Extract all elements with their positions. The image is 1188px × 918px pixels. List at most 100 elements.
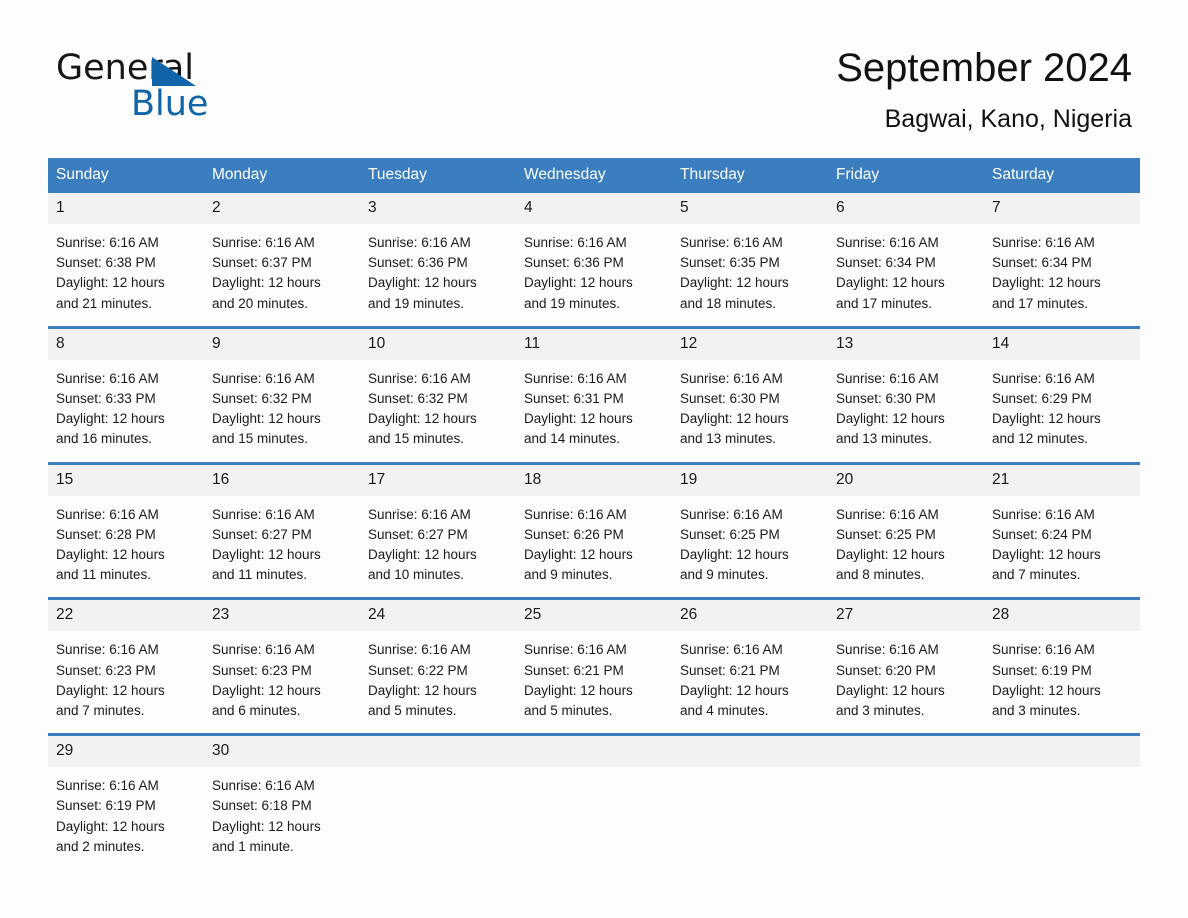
day-details: Sunrise: 6:16 AM Sunset: 6:32 PM Daylight:… [204, 360, 360, 462]
day-number: 17 [360, 464, 516, 496]
calendar-week-row: 22 Sunrise: 6:16 AM Sunset: 6:23 PM Dayligh… [48, 597, 1140, 735]
sunrise-text: Sunrise: 6:16 AM [992, 642, 1095, 658]
daylight-text-line1: Daylight: 12 hours [368, 682, 477, 698]
day-number: 24 [360, 600, 516, 632]
sunset-text: Sunset: 6:22 PM [368, 662, 468, 678]
weekday-header-thursday: Thursday [672, 158, 828, 193]
day-number: 1 [48, 193, 204, 224]
weekday-header-sunday: Sunday [48, 158, 204, 193]
daylight-text-line2: and 5 minutes. [368, 703, 457, 719]
sunset-text: Sunset: 6:26 PM [524, 526, 624, 542]
calendar-week-row: 1 Sunrise: 6:16 AM Sunset: 6:38 PM Daylight… [48, 193, 1140, 327]
day-number [828, 736, 984, 768]
page-subtitle: Bagwai, Kano, Nigeria [884, 105, 1132, 133]
calendar-day-cell[interactable]: 18 Sunrise: 6:16 AM Sunset: 6:26 PM Dayligh… [516, 461, 672, 599]
day-details [672, 767, 828, 859]
daylight-text-line2: and 20 minutes. [212, 295, 309, 311]
daylight-text-line2: and 7 minutes. [992, 567, 1081, 583]
calendar-day-cell[interactable]: 30 Sunrise: 6:16 AM Sunset: 6:18 PM Dayligh… [204, 733, 360, 870]
calendar-day-cell[interactable]: 22 Sunrise: 6:16 AM Sunset: 6:23 PM Dayligh… [48, 597, 204, 735]
calendar-day-cell[interactable]: 29 Sunrise: 6:16 AM Sunset: 6:19 PM Dayligh… [48, 733, 204, 870]
daylight-text-line2: and 13 minutes. [680, 431, 777, 447]
calendar-day-cell[interactable]: 23 Sunrise: 6:16 AM Sunset: 6:23 PM Dayligh… [204, 597, 360, 735]
sunset-text: Sunset: 6:34 PM [836, 255, 936, 271]
day-details: Sunrise: 6:16 AM Sunset: 6:35 PM Daylight:… [672, 224, 828, 326]
sunrise-text: Sunrise: 6:16 AM [212, 235, 315, 250]
day-details: Sunrise: 6:16 AM Sunset: 6:29 PM Daylight:… [984, 360, 1140, 462]
calendar-day-cell[interactable]: 24 Sunrise: 6:16 AM Sunset: 6:22 PM Dayligh… [360, 597, 516, 735]
sunrise-text: Sunrise: 6:16 AM [680, 642, 783, 658]
daylight-text-line1: Daylight: 12 hours [368, 275, 477, 291]
calendar-day-cell[interactable]: 8 Sunrise: 6:16 AM Sunset: 6:33 PM Daylight… [48, 325, 204, 464]
title-block: September 2024 Bagwai, Kano, Nigeria [836, 44, 1132, 134]
sunset-text: Sunset: 6:38 PM [56, 255, 156, 271]
daylight-text-line2: and 5 minutes. [524, 703, 613, 719]
calendar-day-cell[interactable]: 12 Sunrise: 6:16 AM Sunset: 6:30 PM Dayligh… [672, 325, 828, 464]
day-details: Sunrise: 6:16 AM Sunset: 6:38 PM Daylight:… [48, 224, 204, 326]
daylight-text-line1: Daylight: 12 hours [56, 682, 165, 698]
calendar-day-cell[interactable]: 9 Sunrise: 6:16 AM Sunset: 6:32 PM Daylight… [204, 325, 360, 464]
day-number: 22 [48, 600, 204, 632]
sunset-text: Sunset: 6:32 PM [368, 391, 468, 407]
day-number: 29 [48, 736, 204, 768]
daylight-text-line1: Daylight: 12 hours [992, 411, 1101, 427]
day-number: 19 [672, 464, 828, 496]
sunrise-text: Sunrise: 6:16 AM [212, 506, 315, 522]
sunrise-text: Sunrise: 6:16 AM [680, 370, 783, 386]
calendar-day-cell[interactable]: 28 Sunrise: 6:16 AM Sunset: 6:19 PM Dayligh… [984, 597, 1140, 735]
calendar-week-row: 15 Sunrise: 6:16 AM Sunset: 6:28 PM Dayligh… [48, 461, 1140, 599]
calendar-day-cell[interactable]: 16 Sunrise: 6:16 AM Sunset: 6:27 PM Dayligh… [204, 461, 360, 599]
daylight-text-line1: Daylight: 12 hours [680, 275, 789, 291]
sunset-text: Sunset: 6:31 PM [524, 391, 624, 407]
daylight-text-line2: and 11 minutes. [212, 567, 308, 583]
day-number: 2 [204, 193, 360, 224]
calendar-day-cell[interactable]: 27 Sunrise: 6:16 AM Sunset: 6:20 PM Dayligh… [828, 597, 984, 735]
day-details: Sunrise: 6:16 AM Sunset: 6:21 PM Daylight:… [672, 631, 828, 733]
sunset-text: Sunset: 6:28 PM [56, 526, 156, 542]
calendar-day-cell[interactable]: 17 Sunrise: 6:16 AM Sunset: 6:27 PM Dayligh… [360, 461, 516, 599]
day-details: Sunrise: 6:16 AM Sunset: 6:27 PM Daylight:… [204, 496, 360, 598]
sunrise-text: Sunrise: 6:16 AM [836, 235, 939, 250]
calendar-day-cell[interactable]: 15 Sunrise: 6:16 AM Sunset: 6:28 PM Dayligh… [48, 461, 204, 599]
calendar-day-cell[interactable]: 19 Sunrise: 6:16 AM Sunset: 6:25 PM Dayligh… [672, 461, 828, 599]
sunset-text: Sunset: 6:18 PM [212, 798, 312, 814]
general-blue-logo[interactable]: General Blue [56, 48, 356, 128]
calendar-day-cell[interactable]: 13 Sunrise: 6:16 AM Sunset: 6:30 PM Dayligh… [828, 325, 984, 464]
calendar-day-cell[interactable]: 2 Sunrise: 6:16 AM Sunset: 6:37 PM Daylight… [204, 193, 360, 327]
day-number: 18 [516, 464, 672, 496]
sunrise-text: Sunrise: 6:16 AM [212, 642, 315, 658]
day-details: Sunrise: 6:16 AM Sunset: 6:18 PM Daylight:… [204, 767, 360, 869]
calendar-day-cell[interactable]: 20 Sunrise: 6:16 AM Sunset: 6:25 PM Dayligh… [828, 461, 984, 599]
calendar-day-cell[interactable]: 14 Sunrise: 6:16 AM Sunset: 6:29 PM Dayligh… [984, 325, 1140, 464]
daylight-text-line2: and 3 minutes. [992, 703, 1081, 719]
sunrise-text: Sunrise: 6:16 AM [992, 235, 1095, 250]
sunset-text: Sunset: 6:34 PM [992, 255, 1092, 271]
logo-text-blue: Blue [131, 84, 209, 124]
day-details: Sunrise: 6:16 AM Sunset: 6:25 PM Daylight:… [672, 496, 828, 598]
calendar-day-cell[interactable]: 5 Sunrise: 6:16 AM Sunset: 6:35 PM Daylight… [672, 193, 828, 327]
calendar-day-cell[interactable]: 4 Sunrise: 6:16 AM Sunset: 6:36 PM Daylight… [516, 193, 672, 327]
day-number [984, 736, 1140, 768]
calendar-day-cell[interactable]: 1 Sunrise: 6:16 AM Sunset: 6:38 PM Daylight… [48, 193, 204, 327]
daylight-text-line2: and 6 minutes. [212, 703, 301, 719]
day-number: 12 [672, 328, 828, 360]
daylight-text-line2: and 19 minutes. [368, 295, 465, 311]
day-details: Sunrise: 6:16 AM Sunset: 6:32 PM Daylight:… [360, 360, 516, 462]
sunrise-text: Sunrise: 6:16 AM [836, 506, 939, 522]
day-details: Sunrise: 6:16 AM Sunset: 6:20 PM Daylight:… [828, 631, 984, 733]
calendar-day-cell[interactable]: 6 Sunrise: 6:16 AM Sunset: 6:34 PM Daylight… [828, 193, 984, 327]
calendar-day-cell[interactable]: 3 Sunrise: 6:16 AM Sunset: 6:36 PM Daylight… [360, 193, 516, 327]
daylight-text-line2: and 7 minutes. [56, 703, 145, 719]
calendar-day-cell[interactable]: 26 Sunrise: 6:16 AM Sunset: 6:21 PM Dayligh… [672, 597, 828, 735]
sunrise-text: Sunrise: 6:16 AM [992, 506, 1095, 522]
daylight-text-line2: and 2 minutes. [56, 838, 145, 854]
calendar-day-cell[interactable]: 7 Sunrise: 6:16 AM Sunset: 6:34 PM Daylight… [984, 193, 1140, 327]
day-details: Sunrise: 6:16 AM Sunset: 6:36 PM Daylight:… [516, 224, 672, 326]
calendar-day-cell[interactable]: 10 Sunrise: 6:16 AM Sunset: 6:32 PM Dayligh… [360, 325, 516, 464]
calendar-day-cell[interactable]: 25 Sunrise: 6:16 AM Sunset: 6:21 PM Dayligh… [516, 597, 672, 735]
day-details: Sunrise: 6:16 AM Sunset: 6:23 PM Daylight:… [204, 631, 360, 733]
calendar-day-cell[interactable]: 11 Sunrise: 6:16 AM Sunset: 6:31 PM Dayligh… [516, 325, 672, 464]
calendar-cell-empty [828, 733, 984, 870]
calendar-day-cell[interactable]: 21 Sunrise: 6:16 AM Sunset: 6:24 PM Dayligh… [984, 461, 1140, 599]
daylight-text-line1: Daylight: 12 hours [212, 547, 321, 563]
